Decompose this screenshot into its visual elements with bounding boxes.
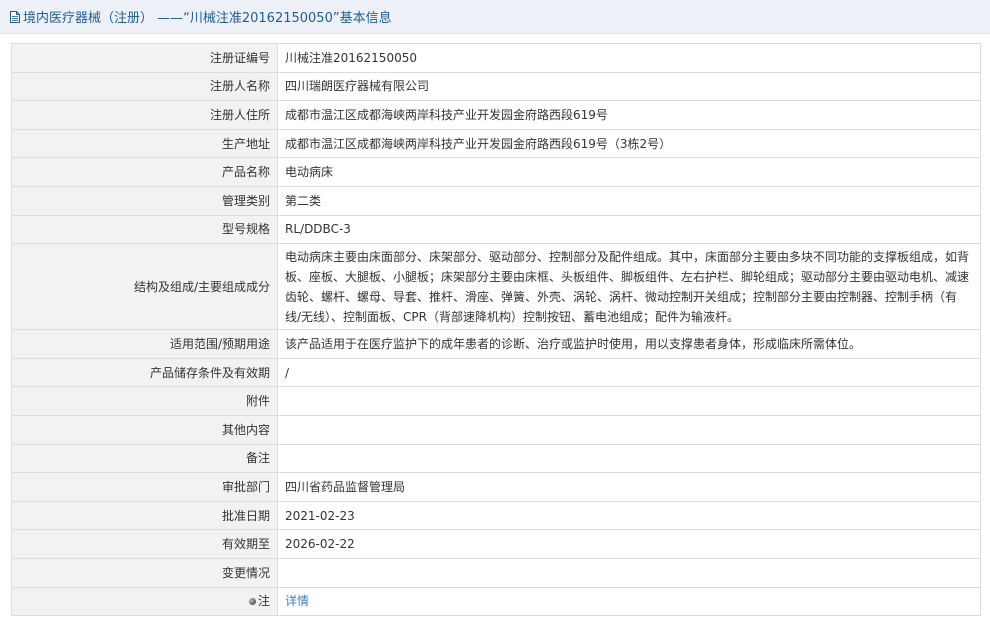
- field-value: RL/DDBC-3: [277, 214, 981, 245]
- table-row: 适用范围/预期用途 该产品适用于在医疗监护下的成年患者的诊断、治疗或监护时使用，…: [11, 329, 981, 359]
- note-label: 注: [257, 594, 270, 609]
- field-label: 审批部门: [11, 472, 278, 502]
- field-label: 型号规格: [11, 214, 278, 245]
- table-row: 批准日期 2021-02-23: [11, 500, 981, 531]
- field-label: 注册人住所: [11, 100, 278, 130]
- field-value: 四川省药品监督管理局: [277, 472, 981, 502]
- table-row: 备注: [11, 443, 981, 474]
- details-link[interactable]: 详情: [285, 594, 309, 608]
- field-value: 电动病床主要由床面部分、床架部分、驱动部分、控制部分及配件组成。其中，床面部分主…: [277, 243, 981, 331]
- field-label: 其他内容: [11, 414, 278, 445]
- field-value: 川械注准20162150050: [277, 43, 981, 73]
- table-row: 注册人住所 成都市温江区成都海峡两岸科技产业开发园金府路西段619号: [11, 100, 981, 130]
- field-label: 管理类别: [11, 185, 278, 216]
- field-value: [277, 386, 981, 416]
- table-row: 注册人名称 四川瑞朗医疗器械有限公司: [11, 71, 981, 102]
- info-table-container: 注册证编号 川械注准20162150050 注册人名称 四川瑞朗医疗器械有限公司…: [11, 43, 981, 617]
- field-label: 有效期至: [11, 529, 278, 559]
- note-row: 注 详情: [11, 586, 981, 617]
- field-label: 生产地址: [11, 128, 278, 159]
- field-label: 产品储存条件及有效期: [11, 357, 278, 388]
- bullet-icon: [248, 598, 256, 606]
- field-label: 产品名称: [11, 157, 278, 187]
- note-label-cell: 注: [11, 586, 278, 617]
- field-label: 附件: [11, 386, 278, 416]
- table-row: 管理类别 第二类: [11, 185, 981, 216]
- field-value: 四川瑞朗医疗器械有限公司: [277, 71, 981, 102]
- field-label: 注册人名称: [11, 71, 278, 102]
- table-row: 产品名称 电动病床: [11, 157, 981, 187]
- field-label: 备注: [11, 443, 278, 474]
- field-value: 该产品适用于在医疗监护下的成年患者的诊断、治疗或监护时使用，用以支撑患者身体，形…: [277, 329, 981, 359]
- page-header: 境内医疗器械（注册） ——“川械注准20162150050”基本信息: [0, 0, 990, 34]
- table-row: 结构及组成/主要组成成分 电动病床主要由床面部分、床架部分、驱动部分、控制部分及…: [11, 243, 981, 331]
- field-label: 结构及组成/主要组成成分: [11, 243, 278, 331]
- table-row: 有效期至 2026-02-22: [11, 529, 981, 559]
- table-row: 变更情况: [11, 557, 981, 588]
- field-value: 2021-02-23: [277, 500, 981, 531]
- info-table: 注册证编号 川械注准20162150050 注册人名称 四川瑞朗医疗器械有限公司…: [11, 43, 981, 617]
- field-value: 成都市温江区成都海峡两岸科技产业开发园金府路西段619号: [277, 100, 981, 130]
- table-row: 审批部门 四川省药品监督管理局: [11, 472, 981, 502]
- field-value: [277, 557, 981, 588]
- document-icon: [10, 10, 20, 23]
- field-label: 注册证编号: [11, 43, 278, 73]
- table-row: 附件: [11, 386, 981, 416]
- table-row: 其他内容: [11, 414, 981, 445]
- table-row: 注册证编号 川械注准20162150050: [11, 43, 981, 73]
- field-value: 2026-02-22: [277, 529, 981, 559]
- table-row: 产品储存条件及有效期 /: [11, 357, 981, 388]
- note-value-cell: 详情: [277, 586, 981, 617]
- field-value: [277, 443, 981, 474]
- field-value: 电动病床: [277, 157, 981, 187]
- field-label: 变更情况: [11, 557, 278, 588]
- table-row: 生产地址 成都市温江区成都海峡两岸科技产业开发园金府路西段619号（3栋2号）: [11, 128, 981, 159]
- field-label: 批准日期: [11, 500, 278, 531]
- field-value: [277, 414, 981, 445]
- table-row: 型号规格 RL/DDBC-3: [11, 214, 981, 245]
- field-label: 适用范围/预期用途: [11, 329, 278, 359]
- field-value: /: [277, 357, 981, 388]
- page-title: 境内医疗器械（注册） ——“川械注准20162150050”基本信息: [23, 11, 392, 26]
- field-value: 成都市温江区成都海峡两岸科技产业开发园金府路西段619号（3栋2号）: [277, 128, 981, 159]
- field-value: 第二类: [277, 185, 981, 216]
